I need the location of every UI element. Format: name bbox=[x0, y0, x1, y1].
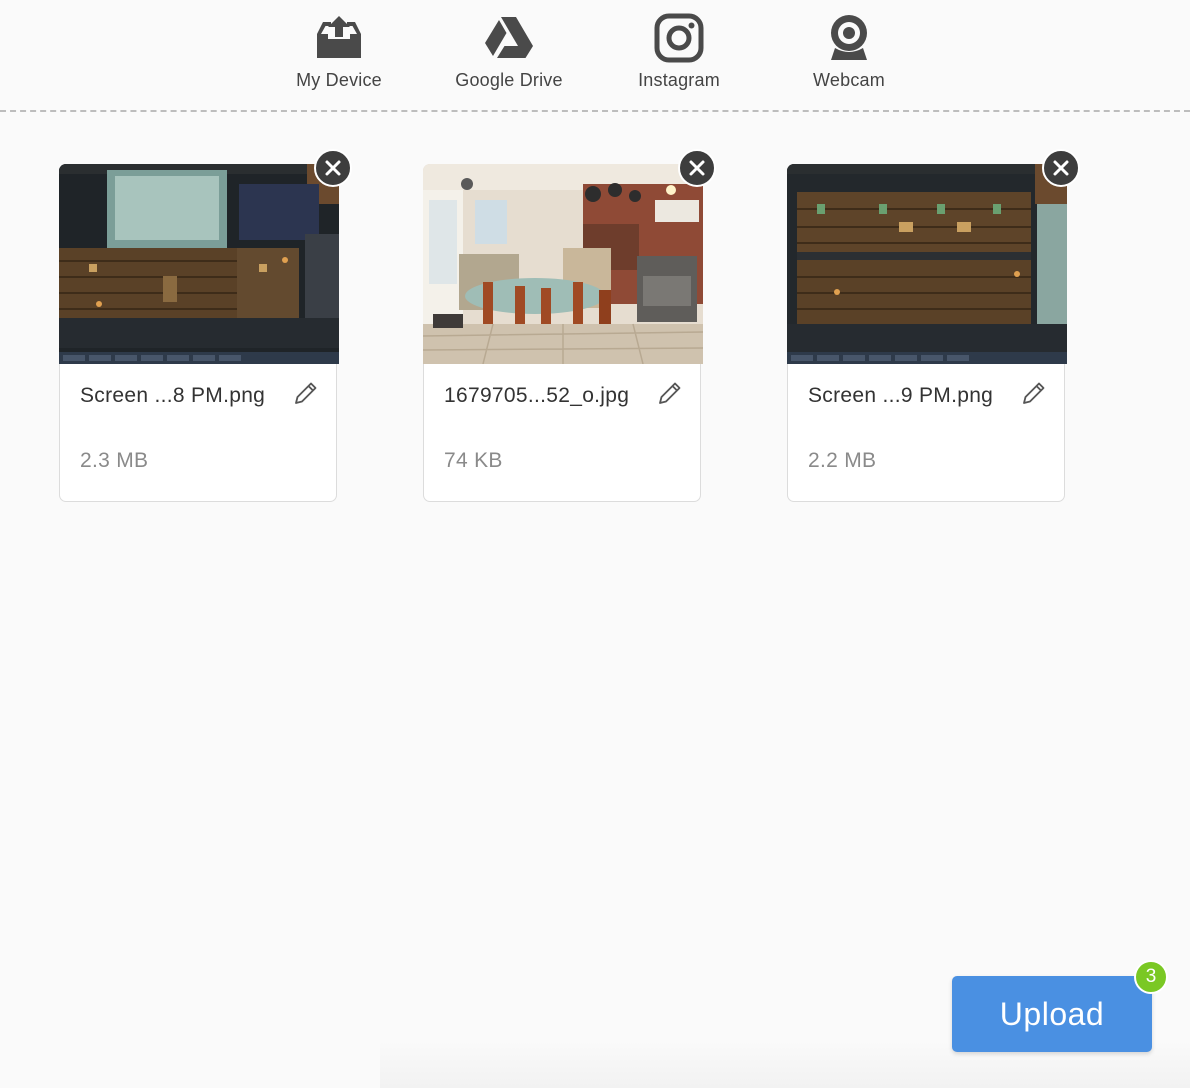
google-drive-icon bbox=[483, 12, 535, 64]
file-card: Screen ...8 PM.png 2.3 MB bbox=[59, 149, 352, 502]
source-webcam[interactable]: Webcam bbox=[764, 0, 934, 110]
file-card: Screen ...9 PM.png 2.2 MB bbox=[787, 149, 1080, 502]
file-count-badge: 3 bbox=[1134, 960, 1168, 994]
file-thumbnail bbox=[787, 164, 1067, 364]
source-tabs: My Device Google Drive Instagram Webcam bbox=[0, 0, 1190, 112]
source-instagram[interactable]: Instagram bbox=[594, 0, 764, 110]
pencil-icon[interactable] bbox=[292, 379, 320, 407]
remove-file-button[interactable] bbox=[1042, 149, 1080, 187]
uploader-dashboard: My Device Google Drive Instagram Webcam … bbox=[0, 0, 1190, 1088]
pencil-icon[interactable] bbox=[656, 379, 684, 407]
pencil-icon[interactable] bbox=[1020, 379, 1048, 407]
file-card: 1679705...52_o.jpg 74 KB bbox=[423, 149, 716, 502]
file-thumbnail bbox=[59, 164, 339, 364]
webcam-icon bbox=[823, 12, 875, 64]
source-label: Webcam bbox=[813, 70, 885, 90]
remove-file-button[interactable] bbox=[314, 149, 352, 187]
source-label: Instagram bbox=[638, 70, 720, 90]
upload-tray-icon bbox=[313, 12, 365, 64]
source-google-drive[interactable]: Google Drive bbox=[424, 0, 594, 110]
file-name: Screen ...8 PM.png bbox=[80, 384, 266, 407]
file-thumbnail bbox=[423, 164, 703, 364]
source-my-device[interactable]: My Device bbox=[254, 0, 424, 110]
upload-button[interactable]: Upload bbox=[952, 976, 1152, 1052]
instagram-icon bbox=[653, 12, 705, 64]
source-label: My Device bbox=[296, 70, 382, 90]
file-size: 2.3 MB bbox=[80, 449, 149, 472]
file-name: 1679705...52_o.jpg bbox=[444, 384, 630, 407]
remove-file-button[interactable] bbox=[678, 149, 716, 187]
file-size: 2.2 MB bbox=[808, 449, 877, 472]
file-size: 74 KB bbox=[444, 449, 503, 472]
file-name: Screen ...9 PM.png bbox=[808, 384, 994, 407]
source-label: Google Drive bbox=[455, 70, 563, 90]
